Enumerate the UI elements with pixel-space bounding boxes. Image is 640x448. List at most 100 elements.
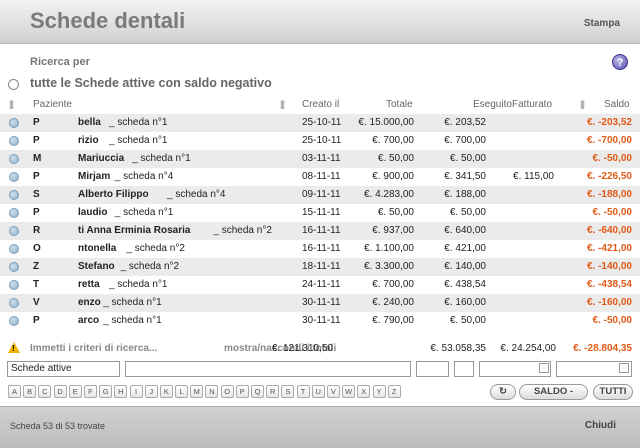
letter-button-w[interactable]: W: [342, 385, 356, 398]
filter-controls: Schede attive: [0, 361, 640, 381]
search-hint: Immetti i criteri di ricerca...: [30, 343, 158, 354]
table-row[interactable]: Pbella _ scheda n°1 25-10-11 €. 15.000,00 €…: [0, 114, 640, 132]
letter-button-j[interactable]: J: [144, 385, 158, 398]
letter-button-m[interactable]: M: [190, 385, 204, 398]
table-row[interactable]: Venzo _ scheda n°1 30-11-11 €. 240,00 €. 16…: [0, 294, 640, 312]
column-done[interactable]: Eseguito: [473, 99, 512, 110]
column-grip-icon[interactable]: |||: [9, 99, 14, 109]
calendar-icon[interactable]: [619, 363, 629, 373]
billed-sum: €. 24.254,00: [500, 343, 556, 354]
table-row[interactable]: Parco _ scheda n°1 30-11-11 €. 790,00 €. 50…: [0, 312, 640, 330]
done-value: €. 700,00: [444, 135, 486, 146]
patient-name: Mirjam: [78, 171, 111, 182]
scheda-label: _ scheda n°4: [114, 171, 174, 182]
letter-button-b[interactable]: B: [23, 385, 37, 398]
patient-initial: S: [33, 189, 40, 200]
letter-button-v[interactable]: V: [326, 385, 340, 398]
column-billed[interactable]: Fatturato: [512, 99, 552, 110]
letter-button-f[interactable]: F: [83, 385, 97, 398]
balance-value: €. -700,00: [586, 135, 632, 146]
table-row[interactable]: Prizio _ scheda n°1 25-10-11 €. 700,00 €. 7…: [0, 132, 640, 150]
created-date: 03-11-11: [302, 153, 341, 164]
done-value: €. 140,00: [444, 261, 486, 272]
total-value: €. 1.100,00: [363, 243, 414, 254]
letter-button-d[interactable]: D: [53, 385, 67, 398]
status-dot-icon: [9, 298, 19, 308]
total-value: €. 4.283,00: [363, 189, 414, 200]
letter-button-i[interactable]: I: [129, 385, 143, 398]
balance-sum: €. -28.804,35: [573, 343, 632, 354]
patient-initial: O: [33, 243, 41, 254]
column-grip-icon[interactable]: |||: [280, 99, 285, 109]
table-row[interactable]: S Alberto Filippo _ scheda n°4 09-11-11 €. …: [0, 186, 640, 204]
balance-value: €. -203,52: [586, 117, 632, 128]
refresh-button[interactable]: ↻: [490, 384, 516, 400]
patient-name: retta: [78, 279, 100, 290]
letter-button-x[interactable]: X: [357, 385, 371, 398]
balance-value: €. -50,00: [592, 153, 632, 164]
patient-name: bella: [78, 117, 101, 128]
search-text-field[interactable]: [125, 361, 411, 377]
saldo-filter-button[interactable]: SALDO -: [519, 384, 588, 400]
alphabet-filter: ABCDEFGHIJKLMNOPQRSTUVWXYZ: [8, 385, 403, 401]
letter-button-s[interactable]: S: [281, 385, 295, 398]
table-row[interactable]: Rti Anna Erminia Rosaria _ scheda n°2 16-…: [0, 222, 640, 240]
table-row[interactable]: P Mirjam _ scheda n°4 08-11-11 €. 900,00 €. …: [0, 168, 640, 186]
letter-button-e[interactable]: E: [68, 385, 82, 398]
letter-button-y[interactable]: Y: [372, 385, 386, 398]
search-field-small[interactable]: [416, 361, 449, 377]
total-value: €. 50,00: [377, 207, 414, 218]
created-date: 16-11-11: [302, 243, 341, 254]
letter-button-o[interactable]: O: [220, 385, 234, 398]
letter-button-u[interactable]: U: [311, 385, 325, 398]
filter-select[interactable]: Schede attive: [7, 361, 120, 377]
created-date: 09-11-11: [302, 189, 341, 200]
letter-button-p[interactable]: P: [235, 385, 249, 398]
done-value: €. 50,00: [449, 315, 486, 326]
search-option-radio[interactable]: [8, 79, 19, 90]
table-row[interactable]: M Mariuccia _ scheda n°1 03-11-11 €. 50,00 €…: [0, 150, 640, 168]
patient-initial: Z: [33, 261, 40, 272]
status-dot-icon: [9, 190, 19, 200]
letter-button-z[interactable]: Z: [387, 385, 401, 398]
search-field-tiny[interactable]: [454, 361, 474, 377]
created-date: 30-11-11: [302, 315, 341, 326]
column-grip-icon[interactable]: |||: [580, 99, 585, 109]
total-value: €. 937,00: [372, 225, 414, 236]
patient-name: Mariuccia: [78, 153, 125, 164]
letter-button-h[interactable]: H: [114, 385, 128, 398]
refresh-icon: ↻: [499, 386, 507, 397]
done-value: €. 640,00: [444, 225, 486, 236]
column-created[interactable]: Creato il: [302, 99, 339, 110]
letter-button-l[interactable]: L: [175, 385, 189, 398]
created-date: 24-11-11: [302, 279, 341, 290]
calendar-icon[interactable]: [539, 363, 549, 373]
question-help-icon[interactable]: ?: [612, 54, 628, 70]
letter-button-t[interactable]: T: [296, 385, 310, 398]
letter-button-n[interactable]: N: [205, 385, 219, 398]
status-dot-icon: [9, 172, 19, 182]
table-row[interactable]: Ontonella _ scheda n°2 16-11-11 €. 1.100,0…: [0, 240, 640, 258]
letter-button-c[interactable]: C: [38, 385, 52, 398]
table-row[interactable]: Plaudio _ scheda n°1 15-11-11 €. 50,00 €. 5…: [0, 204, 640, 222]
search-option-label[interactable]: tutte le Schede attive con saldo negativ…: [30, 76, 272, 90]
letter-button-r[interactable]: R: [266, 385, 280, 398]
scheda-label: _ scheda n°4: [167, 189, 226, 200]
letter-button-a[interactable]: A: [8, 385, 21, 398]
letter-button-g[interactable]: G: [99, 385, 113, 398]
all-button[interactable]: TUTTI: [593, 384, 633, 400]
balance-value: €. -50,00: [592, 207, 632, 218]
column-balance[interactable]: Saldo: [604, 99, 630, 110]
balance-value: €. -640,00: [586, 225, 632, 236]
column-patient[interactable]: Paziente: [33, 99, 72, 110]
scheda-label: _ scheda n°1: [103, 315, 162, 326]
letter-button-q[interactable]: Q: [251, 385, 264, 398]
close-button[interactable]: Chiudi: [585, 420, 616, 431]
print-button[interactable]: Stampa: [584, 18, 620, 29]
column-total[interactable]: Totale: [386, 99, 413, 110]
table-row[interactable]: Z Stefano _ scheda n°2 18-11-11 €. 3.300,00…: [0, 258, 640, 276]
letter-button-k[interactable]: K: [159, 385, 173, 398]
table-row[interactable]: Tretta _ scheda n°1 24-11-11 €. 700,00 €. 4…: [0, 276, 640, 294]
patient-name: arco: [78, 315, 100, 326]
patient-initial: R: [33, 225, 41, 236]
